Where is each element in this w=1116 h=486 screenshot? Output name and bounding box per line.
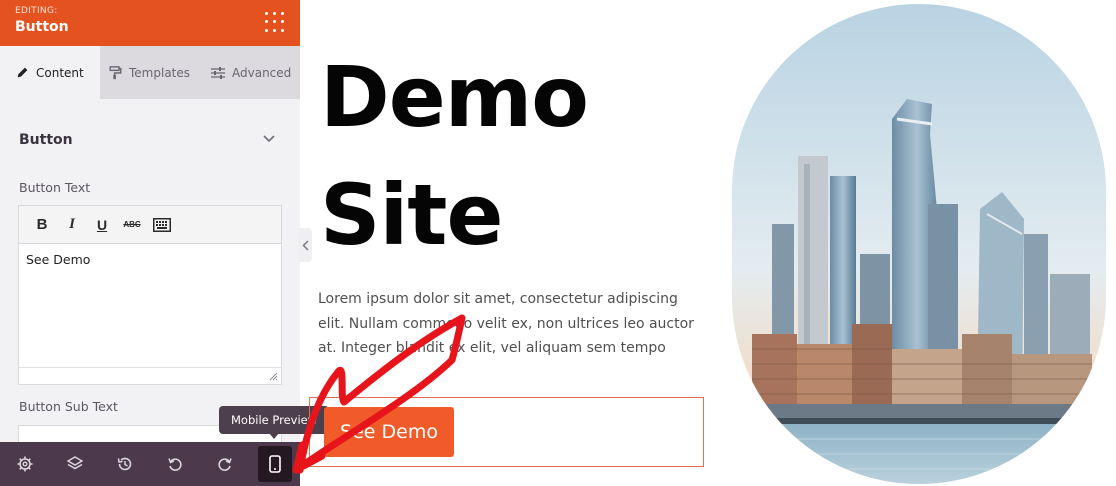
bold-button[interactable]: B [27,212,57,238]
selected-button-module[interactable]: See Demo [309,397,704,467]
tab-advanced[interactable]: Advanced [200,46,300,99]
button-text-editor[interactable]: B I U ABC See Demo [18,205,282,385]
drag-handle-icon[interactable] [265,12,285,32]
page-title: Demo Site [320,38,589,274]
tab-content[interactable]: Content [0,46,100,99]
section-title-button[interactable]: Button [19,132,73,148]
tab-advanced-label: Advanced [232,65,292,80]
mobile-preview-icon [269,455,281,473]
editing-element-name: Button [15,19,69,35]
button-subtext-label: Button Sub Text [19,399,118,414]
button-text-label: Button Text [19,180,91,195]
editor-statusbar [19,367,281,384]
city-skyline-image [732,4,1106,484]
page-body-text: Lorem ipsum dolor sit amet, consectetur … [318,291,694,356]
resize-handle-icon[interactable] [269,372,278,381]
chevron-down-icon[interactable] [262,134,276,144]
panel-collapse-handle[interactable] [298,228,312,262]
redo-button[interactable] [210,449,240,479]
paint-roller-icon [109,65,122,79]
redo-icon [218,458,232,471]
mobile-preview-button[interactable] [258,446,292,482]
gear-icon [17,456,33,472]
tooltip-arrow [269,433,279,439]
italic-button[interactable]: I [57,212,87,238]
keyboard-icon [153,217,171,232]
editing-label: EDITING: [15,6,58,16]
chevron-left-icon [301,239,309,251]
settings-button[interactable] [10,449,40,479]
panel-tabs: Content Templates Advanced [0,46,300,99]
history-button[interactable] [110,449,140,479]
outline-button[interactable] [60,449,90,479]
underline-button[interactable]: U [87,212,117,238]
panel-header[interactable]: EDITING: Button [0,0,300,46]
history-icon [117,457,132,471]
keyboard-toggle-button[interactable] [147,212,177,238]
bottom-toolbar [0,442,300,486]
page-title-line-2: Site [320,166,503,264]
skyline-illustration [732,4,1106,484]
tab-templates-label: Templates [129,65,191,80]
undo-icon [168,458,182,471]
layers-icon [67,456,83,470]
strikethrough-button[interactable]: ABC [117,212,147,238]
undo-button[interactable] [160,449,190,479]
pencil-icon [17,67,28,78]
editor-toolbar: B I U ABC [19,206,281,244]
tab-templates[interactable]: Templates [100,46,200,99]
sliders-icon [211,66,225,79]
see-demo-button[interactable]: See Demo [324,407,454,457]
page-title-line-1: Demo [320,48,589,146]
button-text-input[interactable]: See Demo [19,244,281,368]
tab-content-label: Content [36,65,84,80]
